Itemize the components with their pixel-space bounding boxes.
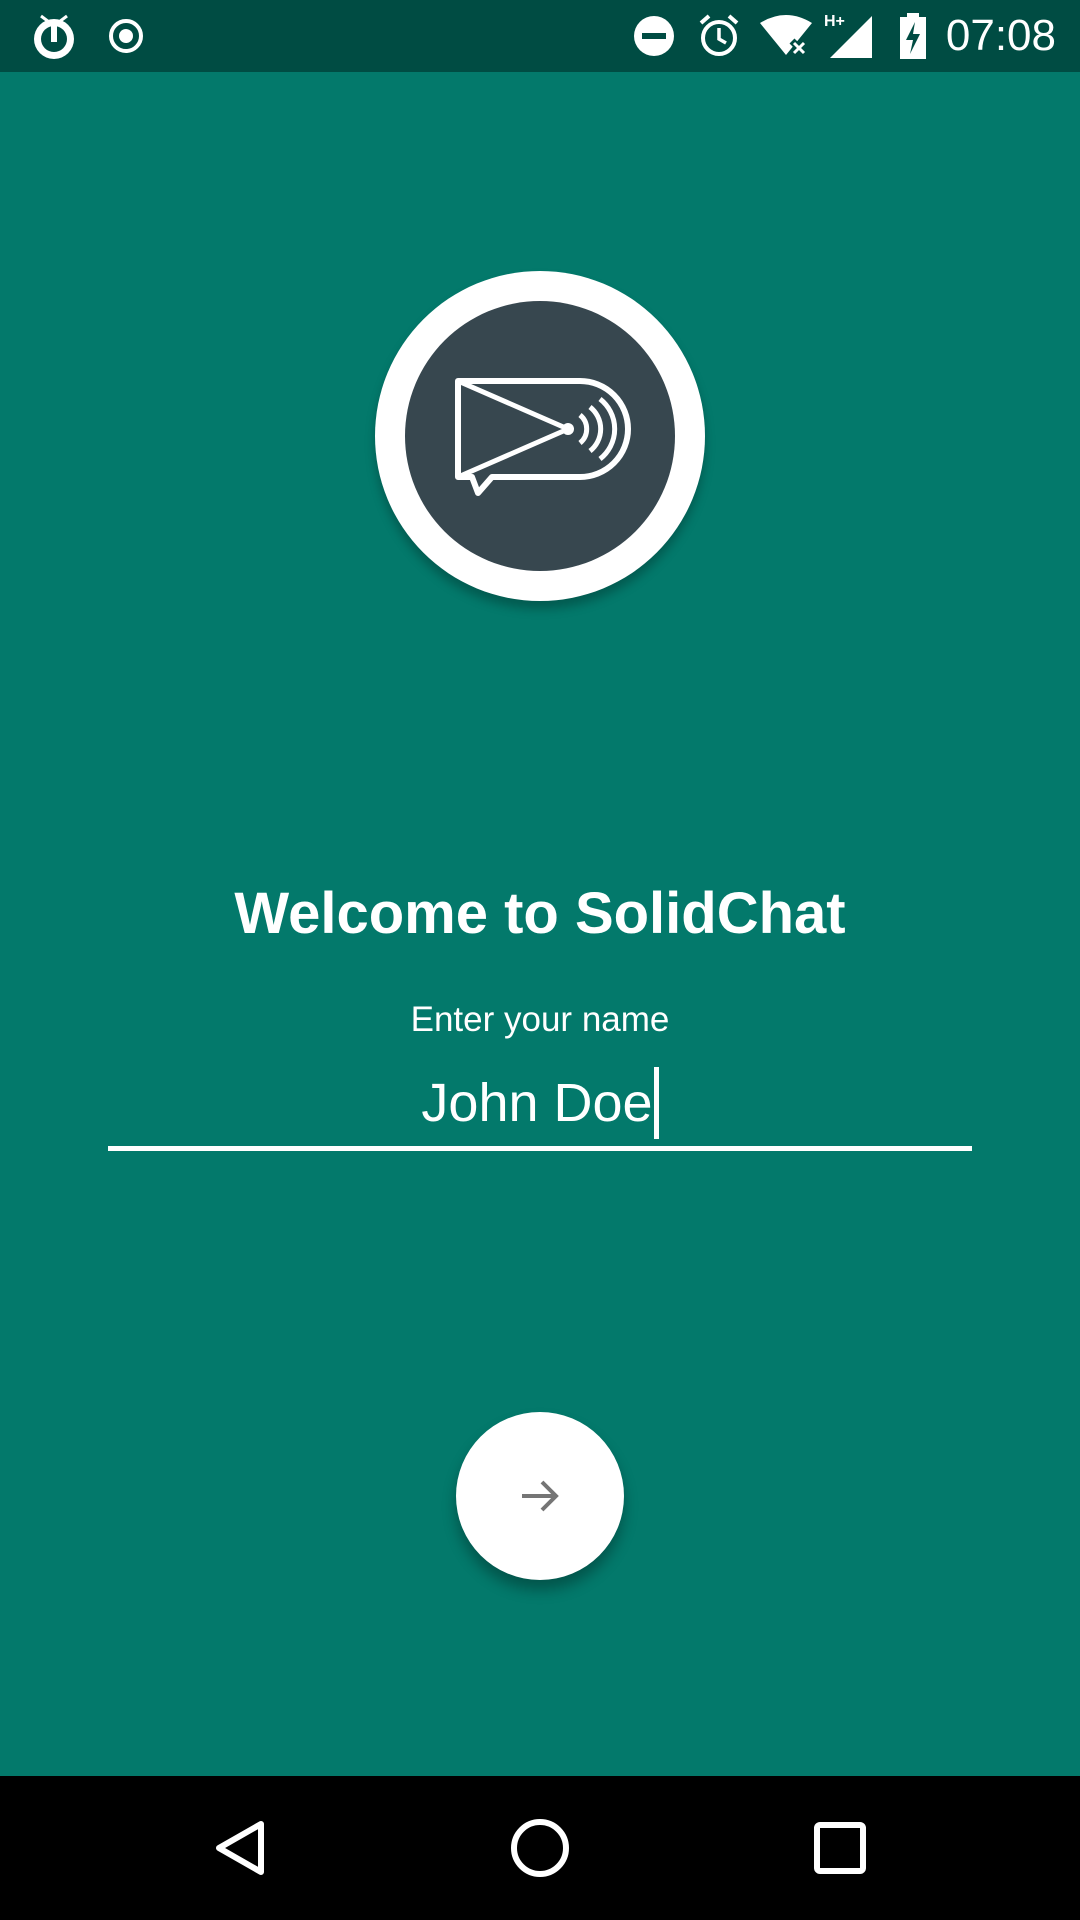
record-icon (104, 10, 148, 62)
wifi-off-icon (758, 10, 814, 62)
recents-icon[interactable] (795, 1803, 885, 1893)
signal-icon: H+ (824, 10, 874, 62)
logo-badge (405, 301, 675, 571)
next-button[interactable] (456, 1412, 624, 1580)
welcome-title: Welcome to SolidChat (234, 881, 846, 946)
app-logo (375, 271, 705, 601)
network-type-label: H+ (824, 13, 845, 30)
text-cursor (653, 1067, 659, 1139)
back-icon[interactable] (196, 1803, 286, 1893)
name-input[interactable]: John Doe (108, 1060, 972, 1151)
alarm-clock-icon (694, 10, 744, 62)
message-broadcast-icon (455, 378, 631, 496)
name-field-label: Enter your name (410, 1000, 670, 1039)
arrow-right-icon (522, 1480, 559, 1512)
navigation-bar (0, 1776, 1080, 1920)
power-alarm-icon (26, 10, 82, 62)
do-not-disturb-icon (630, 10, 678, 62)
status-bar: H+ 07:08 (0, 0, 1080, 72)
home-icon[interactable] (495, 1803, 585, 1893)
status-time: 07:08 (945, 11, 1056, 60)
name-input-value[interactable]: John Doe (421, 1060, 652, 1146)
app-screen: H+ 07:08 Welcome to SolidChat Enter your… (0, 0, 1080, 1920)
battery-charging-icon (896, 10, 930, 62)
